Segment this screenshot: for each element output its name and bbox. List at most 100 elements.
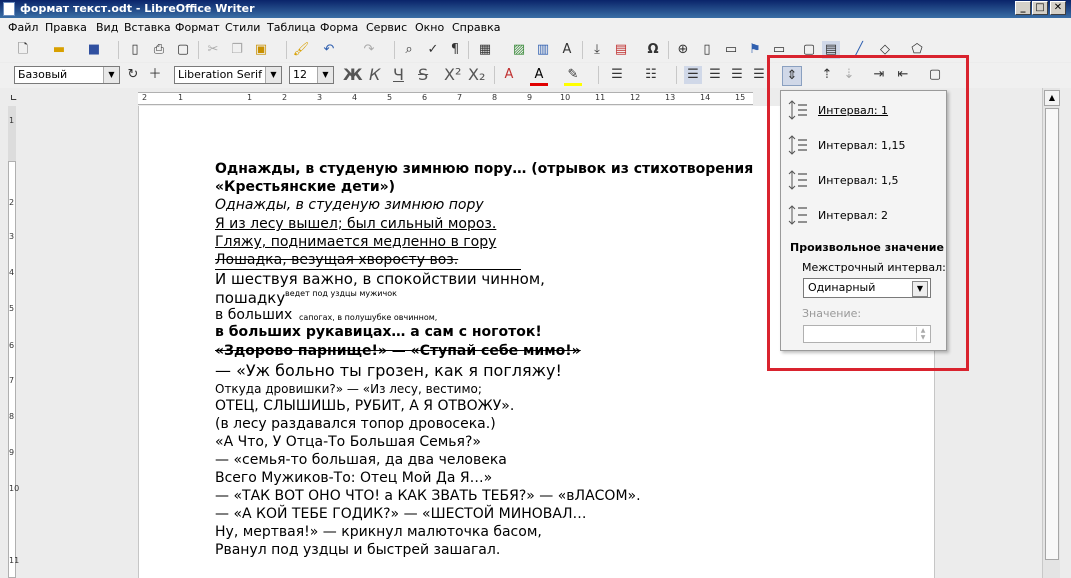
menu-tools[interactable]: Сервис — [366, 21, 407, 34]
window-title: формат текст.odt - LibreOffice Writer — [20, 2, 255, 15]
ruler-number: 2 — [282, 93, 288, 102]
cut-icon[interactable]: ✂ — [204, 41, 222, 59]
menu-table[interactable]: Таблица — [267, 21, 316, 34]
doc-line: Гляжу, поднимается медленно в гору — [215, 234, 497, 250]
doc-line: Рванул под уздцы и быстрей зашагал. — [215, 542, 501, 558]
footnote-icon[interactable]: ▯ — [698, 41, 716, 59]
vertical-scrollbar[interactable]: ▲ — [1042, 88, 1060, 578]
menu-edit[interactable]: Правка — [45, 21, 87, 34]
paragraph-style-combo[interactable]: Базовый ▼ — [14, 66, 120, 84]
align-right-icon[interactable]: ☰ — [728, 66, 746, 84]
strikethrough-button[interactable]: S — [418, 66, 428, 84]
menu-bar: Файл Правка Вид Вставка Формат Стили Таб… — [0, 18, 1071, 38]
menu-form[interactable]: Форма — [320, 21, 358, 34]
ruler-number: 3 — [317, 93, 323, 102]
update-style-icon[interactable]: ↻ — [124, 66, 142, 84]
insert-textbox-icon[interactable]: A — [558, 41, 576, 59]
font-color-icon[interactable]: A — [530, 66, 548, 84]
insert-chart-icon[interactable]: ▥ — [534, 41, 552, 59]
scrollbar-thumb[interactable] — [1045, 108, 1059, 560]
print-icon[interactable]: ⎙ — [150, 41, 168, 59]
underline-button[interactable]: Ч — [393, 66, 404, 84]
minimize-button[interactable]: _ — [1015, 1, 1031, 15]
doc-line: — «Уж больно ты грозен, как я погляжу! — [215, 361, 562, 380]
doc-line: ОТЕЦ, СЛЫШИШЬ, РУБИТ, А Я ОТВОЖУ». — [215, 398, 515, 414]
ruler-number: 1 — [9, 116, 15, 125]
new-document-icon[interactable]: 🗋 — [14, 41, 32, 59]
menu-insert[interactable]: Вставка — [124, 21, 171, 34]
doc-line: — «семья-то большая, да два человека — [215, 452, 507, 468]
find-replace-icon[interactable]: ⌕ — [400, 41, 418, 59]
clone-formatting-icon[interactable]: 🖌 — [292, 41, 310, 59]
ruler-number: 2 — [142, 93, 148, 102]
paste-icon[interactable]: ▣ — [252, 41, 270, 59]
align-center-icon[interactable]: ☰ — [706, 66, 724, 84]
superscript-button[interactable]: X² — [444, 66, 461, 84]
ruler-strip[interactable]: 2 1 1 2 3 4 5 6 7 8 9 10 11 12 13 14 15 — [138, 92, 753, 105]
chevron-down-icon[interactable]: ▼ — [103, 67, 119, 83]
font-name-combo[interactable]: Liberation Serif ▼ — [174, 66, 282, 84]
ruler-number: 8 — [492, 93, 498, 102]
doc-line: «А Что, У Отца-То Большая Семья?» — [215, 434, 481, 450]
menu-help[interactable]: Справка — [452, 21, 500, 34]
hyperlink-icon[interactable]: ⊕ — [674, 41, 692, 59]
doc-title-line-1: Однажды, в студеную зимнюю пору… (отрыво… — [215, 161, 754, 177]
menu-window[interactable]: Окно — [415, 21, 444, 34]
save-icon[interactable]: ■ — [85, 41, 103, 59]
chevron-down-icon[interactable]: ▼ — [265, 67, 281, 83]
italic-button[interactable]: К — [369, 66, 380, 84]
doc-line: в больших — [215, 307, 293, 323]
clear-formatting-icon[interactable]: A — [500, 66, 518, 84]
ruler-number: 7 — [9, 376, 15, 385]
ruler-number: 14 — [700, 93, 711, 102]
insert-image-icon[interactable]: ▨ — [510, 41, 528, 59]
justify-icon[interactable]: ☰ — [750, 66, 768, 84]
scroll-up-icon[interactable]: ▲ — [1044, 90, 1060, 106]
menu-file[interactable]: Файл — [8, 21, 38, 34]
ruler-number: 10 — [560, 93, 571, 102]
special-character-icon[interactable]: Ω — [644, 41, 662, 59]
menu-view[interactable]: Вид — [96, 21, 118, 34]
chevron-down-icon[interactable]: ▼ — [317, 67, 333, 83]
align-left-icon[interactable]: ☰ — [684, 66, 702, 84]
numbered-list-icon[interactable]: ☷ — [642, 66, 660, 84]
ruler-number: 8 — [9, 412, 15, 421]
doc-line: — «ТАК ВОТ ОНО ЧТО! а КАК ЗВАТЬ ТЕБЯ?» —… — [215, 488, 641, 504]
undo-icon[interactable]: ↶ — [320, 41, 338, 59]
ruler-number: 6 — [422, 93, 428, 102]
print-preview-icon[interactable]: ▢ — [174, 41, 192, 59]
insert-field-icon[interactable]: ▤ — [612, 41, 630, 59]
ruler-number: 3 — [9, 232, 15, 241]
page-break-icon[interactable]: ⤓ — [588, 41, 606, 59]
comment-icon[interactable]: ▭ — [722, 41, 740, 59]
highlight-icon[interactable]: ✎ — [564, 66, 582, 84]
redo-icon[interactable]: ↷ — [360, 41, 378, 59]
close-button[interactable]: ✕ — [1050, 1, 1066, 15]
ruler-number: 11 — [595, 93, 606, 102]
doc-line: Всего Мужиков-То: Отец Мой Да Я…» — [215, 470, 493, 486]
menu-format[interactable]: Формат — [175, 21, 220, 34]
font-size-combo[interactable]: 12 ▼ — [289, 66, 334, 84]
doc-line: (в лесу раздавался топор дровосека.) — [215, 416, 496, 432]
vertical-ruler[interactable]: 1 2 3 4 5 6 7 8 9 10 11 — [5, 106, 19, 578]
ruler-number: 9 — [527, 93, 533, 102]
new-style-icon[interactable]: ＋ — [146, 66, 164, 84]
maximize-button[interactable]: □ — [1032, 1, 1048, 15]
bold-button[interactable]: Ж — [343, 66, 363, 84]
formatting-marks-icon[interactable]: ¶ — [446, 41, 464, 59]
doc-line: Однажды, в студеную зимнюю пору — [215, 197, 484, 213]
spelling-icon[interactable]: ✓ — [424, 41, 442, 59]
insert-table-icon[interactable]: ▦ — [476, 41, 494, 59]
menu-styles[interactable]: Стили — [225, 21, 260, 34]
subscript-button[interactable]: X₂ — [468, 66, 485, 84]
ruler-number: 5 — [387, 93, 393, 102]
title-bar: формат текст.odt - LibreOffice Writer _ … — [0, 0, 1071, 18]
open-folder-icon[interactable]: ▬ — [50, 41, 68, 59]
track-changes-icon[interactable]: ⚑ — [746, 41, 764, 59]
tab-stop-icon[interactable]: ∟ — [10, 94, 18, 104]
writer-document-icon — [3, 2, 15, 16]
ruler-number: 9 — [9, 448, 15, 457]
export-pdf-icon[interactable]: ▯ — [126, 41, 144, 59]
copy-icon[interactable]: ❐ — [228, 41, 246, 59]
bullet-list-icon[interactable]: ☰ — [608, 66, 626, 84]
